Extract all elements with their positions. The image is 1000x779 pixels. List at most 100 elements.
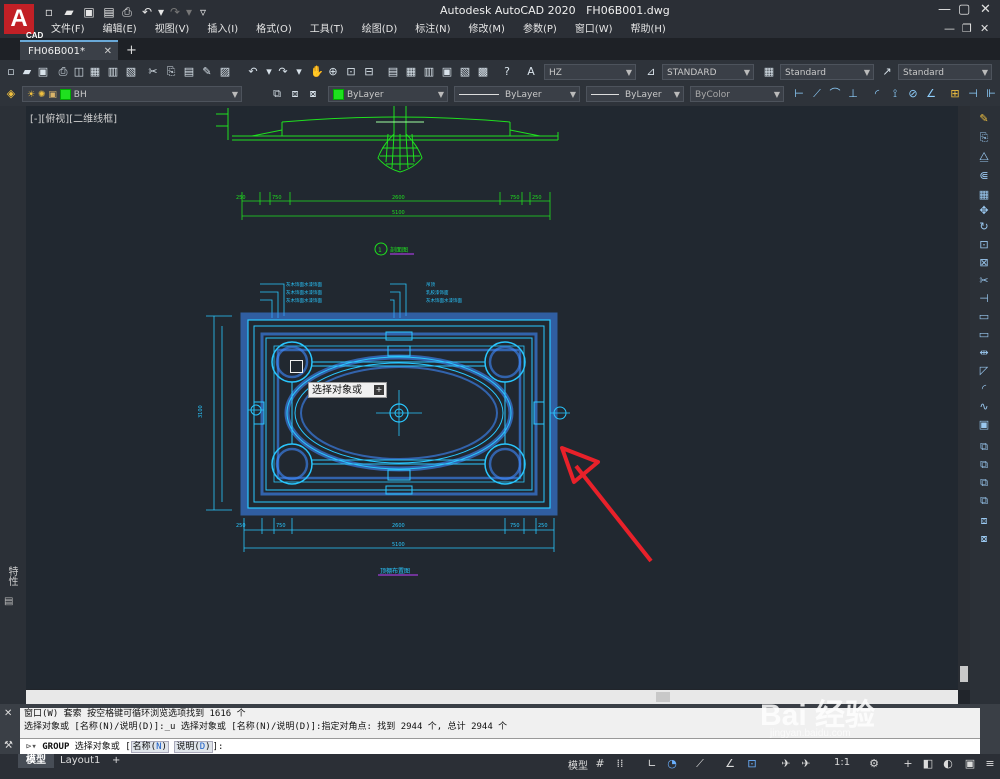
document-tab[interactable]: FH06B001* ✕ [20,40,118,60]
linetype-select[interactable]: ByLayer ▼ [454,86,580,102]
viewport-controls-label[interactable]: [-][俯视][二维线框] [30,110,117,125]
customize-icon[interactable]: ⚒ [4,740,13,751]
extend-icon[interactable]: ⊣ [976,292,992,306]
menu-insert[interactable]: 插入(I) [198,22,247,38]
menu-format[interactable]: 格式(O) [247,22,301,38]
customize-quick-access-icon[interactable]: ▿ [196,6,210,18]
menu-window[interactable]: 窗口(W) [566,22,622,38]
offset-icon[interactable]: ⋐ [976,169,992,183]
auto-scale-icon[interactable]: ✈ [798,757,814,771]
palette-icon[interactable]: ▤ [4,596,13,607]
copy-object-icon[interactable]: ⎘ [976,131,992,145]
plot-preview-icon[interactable]: ◫ [72,65,86,79]
customization-menu-icon[interactable]: ≡ [982,757,998,771]
new-icon[interactable]: ▫ [4,65,18,79]
layer-match-icon[interactable]: ⧇ [306,87,320,101]
dim-style-icon[interactable]: ⊿ [644,65,658,79]
table-style-select[interactable]: Standard ▼ [780,64,874,80]
dim-ordinate-icon[interactable]: ⊥ [846,87,860,101]
plot-icon[interactable]: ⎙ [56,65,70,79]
redo-dropdown-icon[interactable]: ▾ [182,6,196,18]
hatch-back-icon[interactable]: ⧇ [976,532,992,546]
vertical-scroll-thumb[interactable] [960,666,968,682]
break-icon[interactable]: ▭ [976,328,992,342]
zoom-window-icon[interactable]: ⊡ [344,65,358,79]
drawing-canvas[interactable]: 250 750 2600 750 250 5100 1 剖面图 灰木饰面水漆饰面… [26,106,958,689]
doc-minimize-icon[interactable]: — [944,22,955,35]
object-snap-tracking-icon[interactable]: ∠ [722,757,738,771]
text-front-icon[interactable]: ⧈ [976,514,992,528]
clean-screen-icon[interactable]: ▣ [962,757,978,771]
publish-dwf-icon[interactable]: ▧ [124,65,138,79]
stretch-icon[interactable]: ⊠ [976,256,992,270]
new-file-icon[interactable]: ▫ [42,6,56,18]
vertical-scrollbar[interactable] [958,106,970,690]
break-at-point-icon[interactable]: ▭ [976,310,992,324]
menu-edit[interactable]: 编辑(E) [94,22,146,38]
text-style-select[interactable]: HZ ▼ [544,64,636,80]
redo-icon[interactable]: ↷ [276,65,290,79]
array-icon[interactable]: ▦ [976,188,992,202]
ceiling-plan[interactable] [240,312,570,516]
rotate-icon[interactable]: ↻ [976,220,992,234]
dim-radius-icon[interactable]: ◜ [870,87,884,101]
dim-linear-icon[interactable]: ⊢ [792,87,806,101]
workspace-gear-icon[interactable]: ⚙ [866,757,882,771]
annotation-visibility-icon[interactable]: ✈ [778,757,794,771]
undo-icon[interactable]: ↶ [140,6,154,18]
table-style-icon[interactable]: ▦ [762,65,776,79]
command-window-close-icon[interactable]: ✕ [4,708,12,719]
menu-modify[interactable]: 修改(M) [460,22,514,38]
annotation-monitor-icon[interactable]: + [900,757,916,771]
new-layout-tab-button[interactable]: + [104,754,128,768]
object-snap-icon[interactable]: ⊡ [744,757,760,771]
menu-help[interactable]: 帮助(H) [622,22,675,38]
dim-arc-icon[interactable]: ⌒ [828,87,842,101]
match-properties-icon[interactable]: ✎ [200,65,214,79]
command-recent-icon[interactable]: ⊳▾ [26,742,37,752]
dim-angular-icon[interactable]: ∠ [924,87,938,101]
sheet-set-icon[interactable]: ▣ [440,65,454,79]
command-option-name[interactable]: 名称(N) [130,741,169,753]
grid-icon[interactable]: # [592,757,608,771]
menu-file[interactable]: 文件(F) [42,22,94,38]
ortho-icon[interactable]: ∟ [644,757,660,771]
trim-icon[interactable]: ✂ [976,274,992,288]
layer-select[interactable]: ☀ ✺ ▣ BH ▼ [22,86,242,102]
multileader-style-icon[interactable]: ↗ [880,65,894,79]
command-option-description[interactable]: 说明(D) [174,741,213,753]
draworder-back-icon[interactable]: ⧉ [976,458,992,472]
layer-previous-icon[interactable]: ⧈ [288,87,302,101]
layer-properties-icon[interactable]: ◈ [4,87,18,101]
dim-diameter-icon[interactable]: ⊘ [906,87,920,101]
color-select[interactable]: ByLayer ▼ [328,86,448,102]
copy-icon[interactable]: ⎘ [164,65,178,79]
properties-icon[interactable]: ▤ [386,65,400,79]
block-editor-icon[interactable]: ▨ [218,65,232,79]
scale-icon[interactable]: ⊡ [976,238,992,252]
cut-icon[interactable]: ✂ [146,65,160,79]
fillet-icon[interactable]: ◜ [976,382,992,396]
dim-aligned-icon[interactable]: ⟋ [810,87,824,101]
draworder-under-icon[interactable]: ⧉ [976,494,992,508]
join-icon[interactable]: ⇹ [976,346,992,360]
mirror-icon[interactable]: ⧋ [976,150,992,164]
draworder-above-icon[interactable]: ⧉ [976,476,992,490]
annotation-scale[interactable]: 1:1 [834,757,850,768]
menu-view[interactable]: 视图(V) [146,22,199,38]
zoom-realtime-icon[interactable]: ⊕ [326,65,340,79]
publish-icon[interactable]: ▦ [88,65,102,79]
undo-icon[interactable]: ↶ [246,65,260,79]
redo-icon[interactable]: ↷ [168,6,182,18]
save-as-icon[interactable]: ▤ [102,6,116,18]
tab-model[interactable]: 模型 [18,754,54,768]
snap-icon[interactable]: ⁞⁞ [612,757,628,771]
make-current-layer-icon[interactable]: ⧉ [270,87,284,101]
text-style-icon[interactable]: A [524,65,538,79]
properties-palette-label[interactable]: 特性 [5,566,17,586]
tool-palettes-icon[interactable]: ▥ [422,65,436,79]
blend-icon[interactable]: ∿ [976,400,992,414]
draworder-front-icon[interactable]: ⧉ [976,440,992,454]
dim-continue-icon[interactable]: ⊩ [984,87,998,101]
polar-tracking-icon[interactable]: ◔ [664,757,680,771]
